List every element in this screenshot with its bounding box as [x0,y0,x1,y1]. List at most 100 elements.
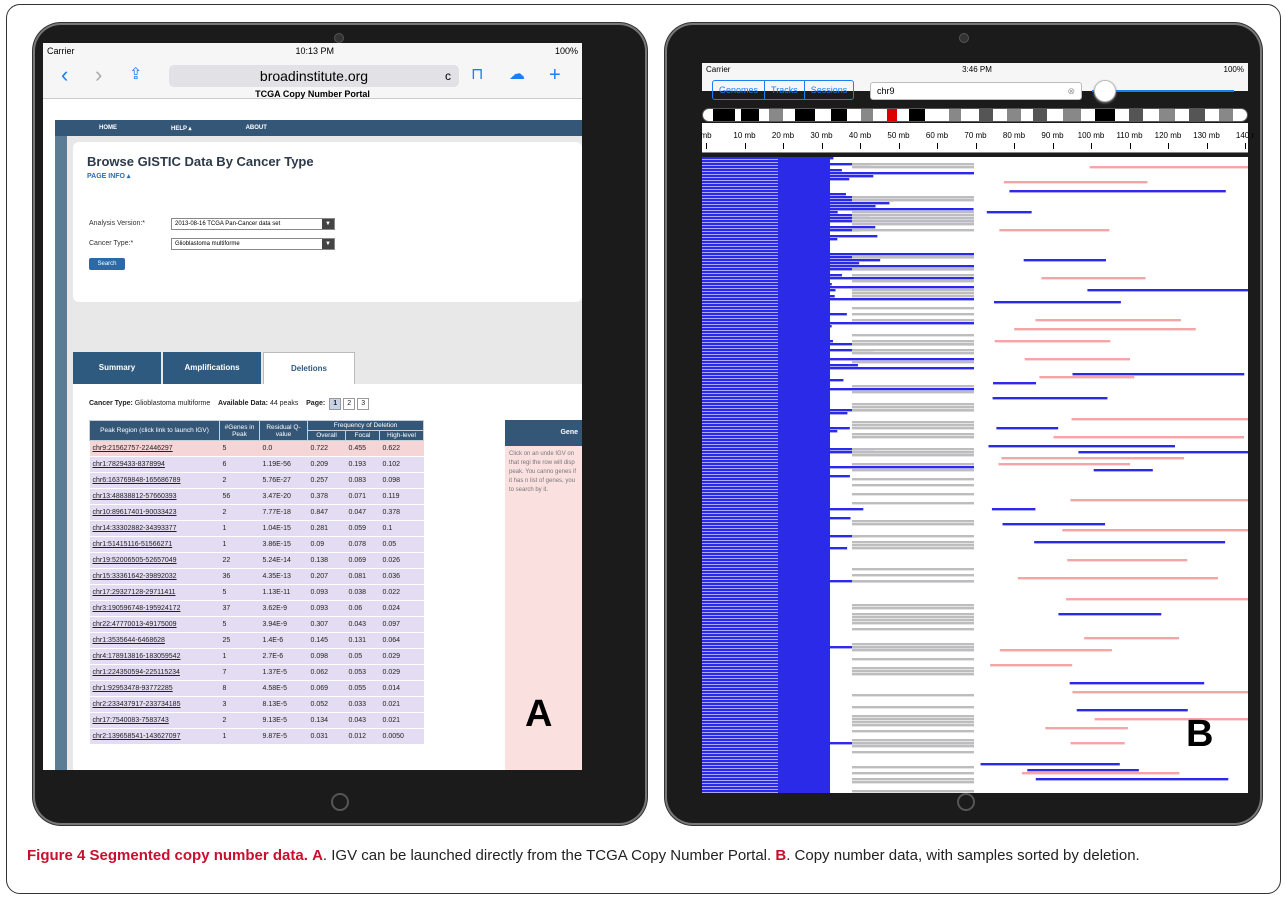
table-row[interactable]: chr2:139658541-143627097 1 9.87E-5 0.031 0.0… [89,728,424,745]
peak-cell[interactable]: chr2:233437917-233734185 [89,696,220,713]
missing-segment [852,196,974,199]
table-row[interactable]: chr4:178913816-183059542 1 2.7E-6 0.098 0.05… [89,648,424,665]
zoom-slider-knob[interactable] [1094,80,1116,102]
table-row[interactable]: chr1:7829433-8378994 6 1.19E-56 0.209 0.193 0… [89,456,424,473]
tracks-button[interactable]: Tracks [765,81,805,99]
table-row[interactable]: chr2:233437917-233734185 3 8.13E-5 0.052 0.0… [89,696,424,713]
reload-icon[interactable]: c [445,65,451,87]
peak-cell[interactable]: chr6:163769848-165686789 [89,472,220,489]
peak-region-link[interactable]: chr14:33302882-34393377 [93,525,177,532]
bookmarks-icon[interactable]: ⊓ [471,63,483,87]
page-info-link[interactable]: PAGE INFO ▴ [87,172,130,180]
table-row[interactable]: chr13:48838812-57660393 56 3.47E-20 0.378 0.… [89,488,424,505]
peak-region-link[interactable]: chr15:33361642-39892032 [93,573,177,580]
page-2-button[interactable]: 2 [343,398,356,410]
cnv-segment [1035,778,1229,781]
missing-segment [852,649,974,652]
peak-region-link[interactable]: chr6:163769848-165686789 [93,477,181,484]
peak-region-link[interactable]: chr3:190596748-195924172 [93,605,181,612]
analysis-version-select[interactable]: 2013-08-16 TCGA Pan-Cancer data set ▼ [171,218,335,230]
table-row[interactable]: chr19:52006505-52657049 22 5.24E-14 0.138 0.… [89,552,424,569]
table-row[interactable]: chr10:89617401-90033423 2 7.77E-18 0.847 0.0… [89,504,424,521]
new-tab-icon[interactable]: + [549,63,561,87]
table-row[interactable]: chr3:190596748-195924172 37 3.62E-9 0.093 0.… [89,600,424,617]
share-icon[interactable]: ⇪ [129,63,142,87]
deletion-segment [702,784,783,787]
url-bar[interactable]: broadinstitute.org c [169,65,459,87]
peak-region-link[interactable]: chr19:52006505-52657049 [93,557,177,564]
peak-cell[interactable]: chr4:178913816-183059542 [89,648,220,665]
gene-panel-text: Click on an unde IGV on that regi the ro… [509,451,577,493]
sessions-button[interactable]: Sessions [805,81,854,99]
heatmap-svg [702,157,1248,793]
nav-about[interactable]: ABOUT [246,125,267,131]
peak-region-link[interactable]: chr9:21562757-22446297 [93,445,173,452]
peak-cell[interactable]: chr1:51415116-51566271 [89,536,220,553]
peak-region-link[interactable]: chr1:92953478-93772285 [93,685,173,692]
ideogram-band [1007,109,1021,121]
locus-input[interactable]: chr9 ⊗ [870,82,1082,100]
peak-cell[interactable]: chr19:52006505-52657049 [89,552,220,569]
peak-region-link[interactable]: chr17:7540083-7583743 [93,717,169,724]
forward-icon[interactable]: › [95,63,102,87]
peak-cell[interactable]: chr15:33361642-39892032 [89,568,220,585]
peak-cell[interactable]: chr1:7829433-8378994 [89,456,220,473]
cancer-type-select[interactable]: Glioblastoma multiforme ▼ [171,238,335,250]
peak-region-link[interactable]: chr4:178913816-183059542 [93,653,181,660]
copy-number-tracks[interactable] [702,157,1248,793]
table-row[interactable]: chr9:21562757-22446297 5 0.0 0.722 0.455 0.62… [89,440,424,457]
tab-deletions[interactable]: Deletions [263,352,355,384]
peak-region-link[interactable]: chr17:29327128-29711411 [93,589,176,596]
genomes-button[interactable]: Genomes [713,81,766,99]
table-cell: 0.097 [379,616,424,633]
peak-cell[interactable]: chr2:139658541-143627097 [89,728,220,745]
peak-region-link[interactable]: chr1:3535644-6468628 [93,637,165,644]
clear-icon[interactable]: ⊗ [1067,83,1075,99]
peak-cell[interactable]: chr1:224350594-225115234 [89,664,220,681]
table-cell: 1 [219,536,260,553]
table-row[interactable]: chr14:33302882-34393377 1 1.04E-15 0.281 0.0… [89,520,424,537]
peak-cell[interactable]: chr17:7540083-7583743 [89,712,220,729]
peak-region-link[interactable]: chr2:233437917-233734185 [93,701,181,708]
deletion-segment [702,730,784,733]
page-3-button[interactable]: 3 [357,398,370,410]
tab-summary[interactable]: Summary [73,352,161,384]
peak-region-link[interactable]: chr13:48838812-57660393 [93,493,177,500]
peak-region-link[interactable]: chr1:51415116-51566271 [93,541,173,548]
page-1-button[interactable]: 1 [329,398,342,410]
table-row[interactable]: chr6:163769848-165686789 2 5.76E-27 0.257 0.… [89,472,424,489]
nav-home[interactable]: HOME [99,125,117,131]
table-row[interactable]: chr22:47770013-49175009 5 3.94E-9 0.307 0.04… [89,616,424,633]
table-row[interactable]: chr17:29327128-29711411 5 1.13E-11 0.093 0.0… [89,584,424,601]
table-row[interactable]: chr1:51415116-51566271 1 3.86E-15 0.09 0.078… [89,536,424,553]
peak-region-link[interactable]: chr22:47770013-49175009 [93,621,177,628]
peak-region-link[interactable]: chr1:224350594-225115234 [93,669,180,676]
nav-help[interactable]: HELP ▴ [171,125,192,132]
table-cell: 0.026 [379,552,424,569]
peak-cell[interactable]: chr9:21562757-22446297 [89,440,220,457]
peak-cell[interactable]: chr3:190596748-195924172 [89,600,220,617]
search-button[interactable]: Search [89,258,125,270]
cloud-icon[interactable]: ☁ [509,63,525,87]
table-row[interactable]: chr15:33361642-39892032 36 4.35E-13 0.207 0.… [89,568,424,585]
peak-cell[interactable]: chr22:47770013-49175009 [89,616,220,633]
peak-cell[interactable]: chr1:92953478-93772285 [89,680,220,697]
ruler-label: 140 r [1235,131,1255,140]
tab-amplifications[interactable]: Amplifications [163,352,261,384]
peak-cell[interactable]: chr13:48838812-57660393 [89,488,220,505]
table-row[interactable]: chr1:3535644-6468628 25 1.4E-6 0.145 0.131 0.… [89,632,424,649]
peak-cell[interactable]: chr1:3535644-6468628 [89,632,220,649]
peak-region-link[interactable]: chr10:89617401-90033423 [93,509,177,516]
peak-region-link[interactable]: chr1:7829433-8378994 [93,461,165,468]
table-row[interactable]: chr17:7540083-7583743 2 9.13E-5 0.134 0.043 0… [89,712,424,729]
table-row[interactable]: chr1:224350594-225115234 7 1.37E-5 0.062 0.0… [89,664,424,681]
back-icon[interactable]: ‹ [61,63,68,87]
peak-region-link[interactable]: chr2:139658541-143627097 [93,733,181,740]
chromosome-ideogram[interactable] [702,108,1248,122]
peak-cell[interactable]: chr14:33302882-34393377 [89,520,220,537]
deletion-segment [702,322,974,325]
peak-cell[interactable]: chr17:29327128-29711411 [89,584,220,601]
peak-cell[interactable]: chr10:89617401-90033423 [89,504,220,521]
deletion-segment [702,277,974,280]
table-row[interactable]: chr1:92953478-93772285 8 4.58E-5 0.069 0.055… [89,680,424,697]
